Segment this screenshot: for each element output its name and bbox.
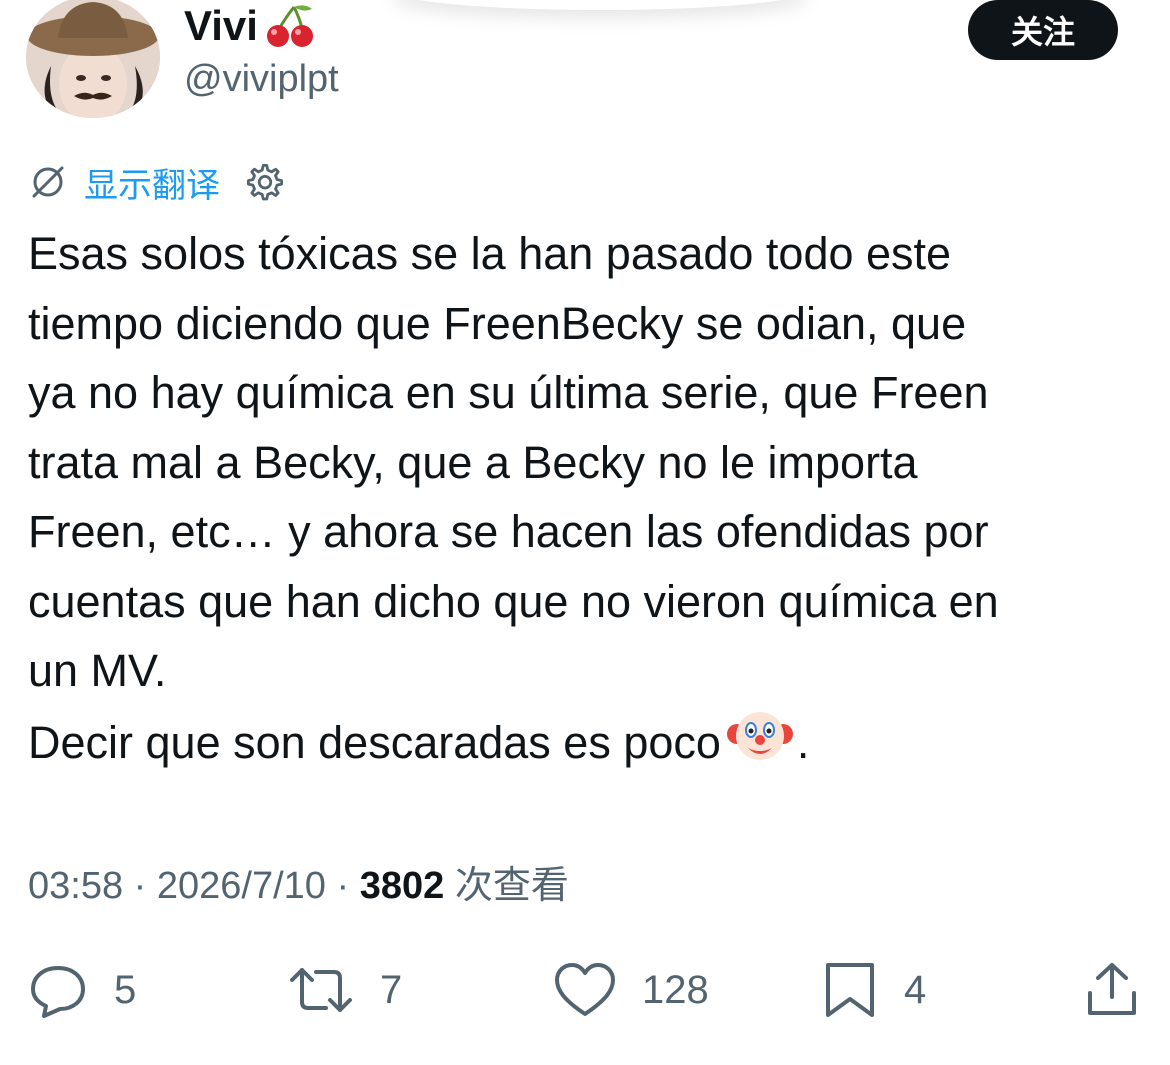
reply-button[interactable]: 5 (28, 960, 136, 1020)
show-translation-link[interactable]: 显示翻译 (84, 158, 220, 207)
meta-separator: · (325, 865, 360, 907)
overlay-shadow (390, 0, 810, 10)
avatar[interactable] (26, 0, 160, 118)
tweet-text-end: . (796, 716, 810, 768)
tweet-meta: 03:58 · 2026/7/10 · 3802 次查看 (28, 862, 569, 910)
clown-face-icon (726, 706, 793, 786)
like-button[interactable]: 128 (554, 960, 709, 1020)
share-icon (1088, 963, 1136, 1015)
bookmark-count: 4 (904, 967, 927, 1012)
translation-row: 显示翻译 (28, 158, 286, 207)
reply-count: 5 (114, 967, 137, 1012)
gear-icon (246, 163, 284, 201)
tweet-text: Esas solos tóxicas se la han pasado todo… (28, 219, 1158, 785)
action-bar: 5 7 128 4 (0, 960, 1170, 1020)
tweet-body: Esas solos tóxicas se la han pasado todo… (28, 228, 999, 768)
retweet-button[interactable]: 7 (288, 960, 402, 1020)
tweet-date[interactable]: 2026/7/10 (157, 865, 326, 907)
bookmark-icon (826, 963, 874, 1017)
cherry-icon (266, 5, 313, 47)
reply-icon (31, 966, 85, 1018)
share-button[interactable] (1084, 960, 1140, 1020)
follow-button[interactable]: 关注 (968, 0, 1118, 60)
meta-separator: · (123, 865, 157, 907)
translation-settings-button[interactable] (244, 161, 286, 203)
views-label: 次查看 (454, 865, 569, 907)
retweet-count: 7 (380, 967, 403, 1012)
bookmark-button[interactable]: 4 (822, 960, 926, 1020)
views-count: 3802 (359, 865, 445, 907)
display-name[interactable]: Vivi (184, 3, 318, 49)
retweet-icon (290, 968, 352, 1012)
like-count: 128 (642, 967, 709, 1012)
tweet-time[interactable]: 03:58 (28, 865, 123, 907)
heart-icon (555, 963, 615, 1016)
translate-off-icon (32, 166, 64, 198)
handle[interactable]: @viviplpt (184, 60, 339, 98)
avatar-image (26, 0, 160, 118)
display-name-text: Vivi (184, 2, 258, 49)
